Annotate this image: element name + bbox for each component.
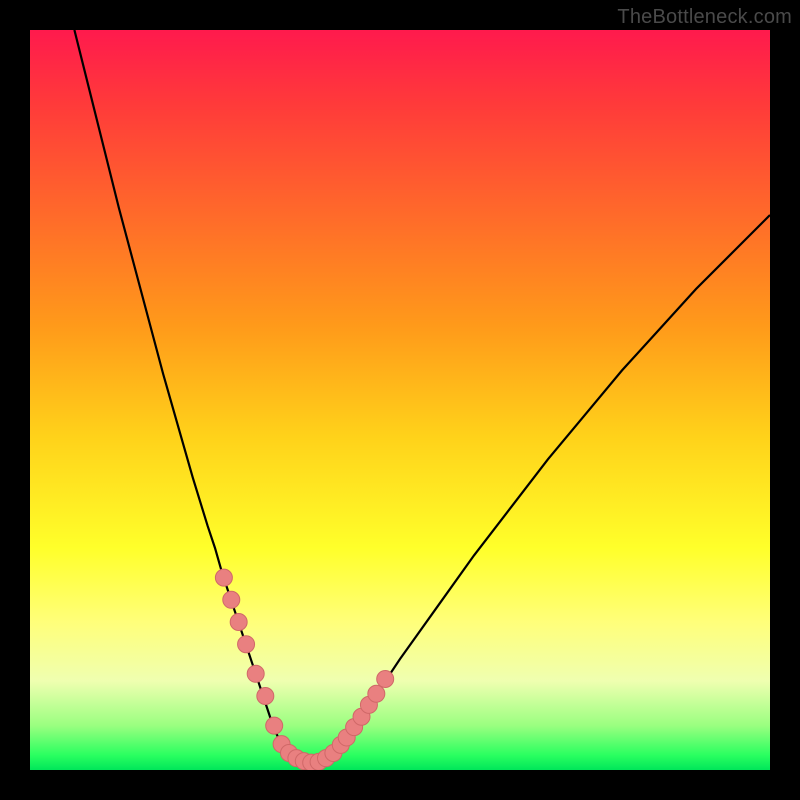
highlight-points	[215, 569, 393, 770]
marker-dot	[223, 591, 240, 608]
watermark-text: TheBottleneck.com	[617, 6, 792, 29]
marker-dot	[368, 685, 385, 702]
chart-area	[30, 30, 770, 770]
marker-dot	[238, 636, 255, 653]
marker-dot	[230, 614, 247, 631]
marker-dot	[266, 717, 283, 734]
marker-dot	[215, 569, 232, 586]
marker-dot	[247, 665, 264, 682]
bottleneck-plot	[30, 30, 770, 770]
marker-dot	[257, 688, 274, 705]
bottleneck-curve	[74, 30, 770, 763]
marker-dot	[377, 670, 394, 687]
